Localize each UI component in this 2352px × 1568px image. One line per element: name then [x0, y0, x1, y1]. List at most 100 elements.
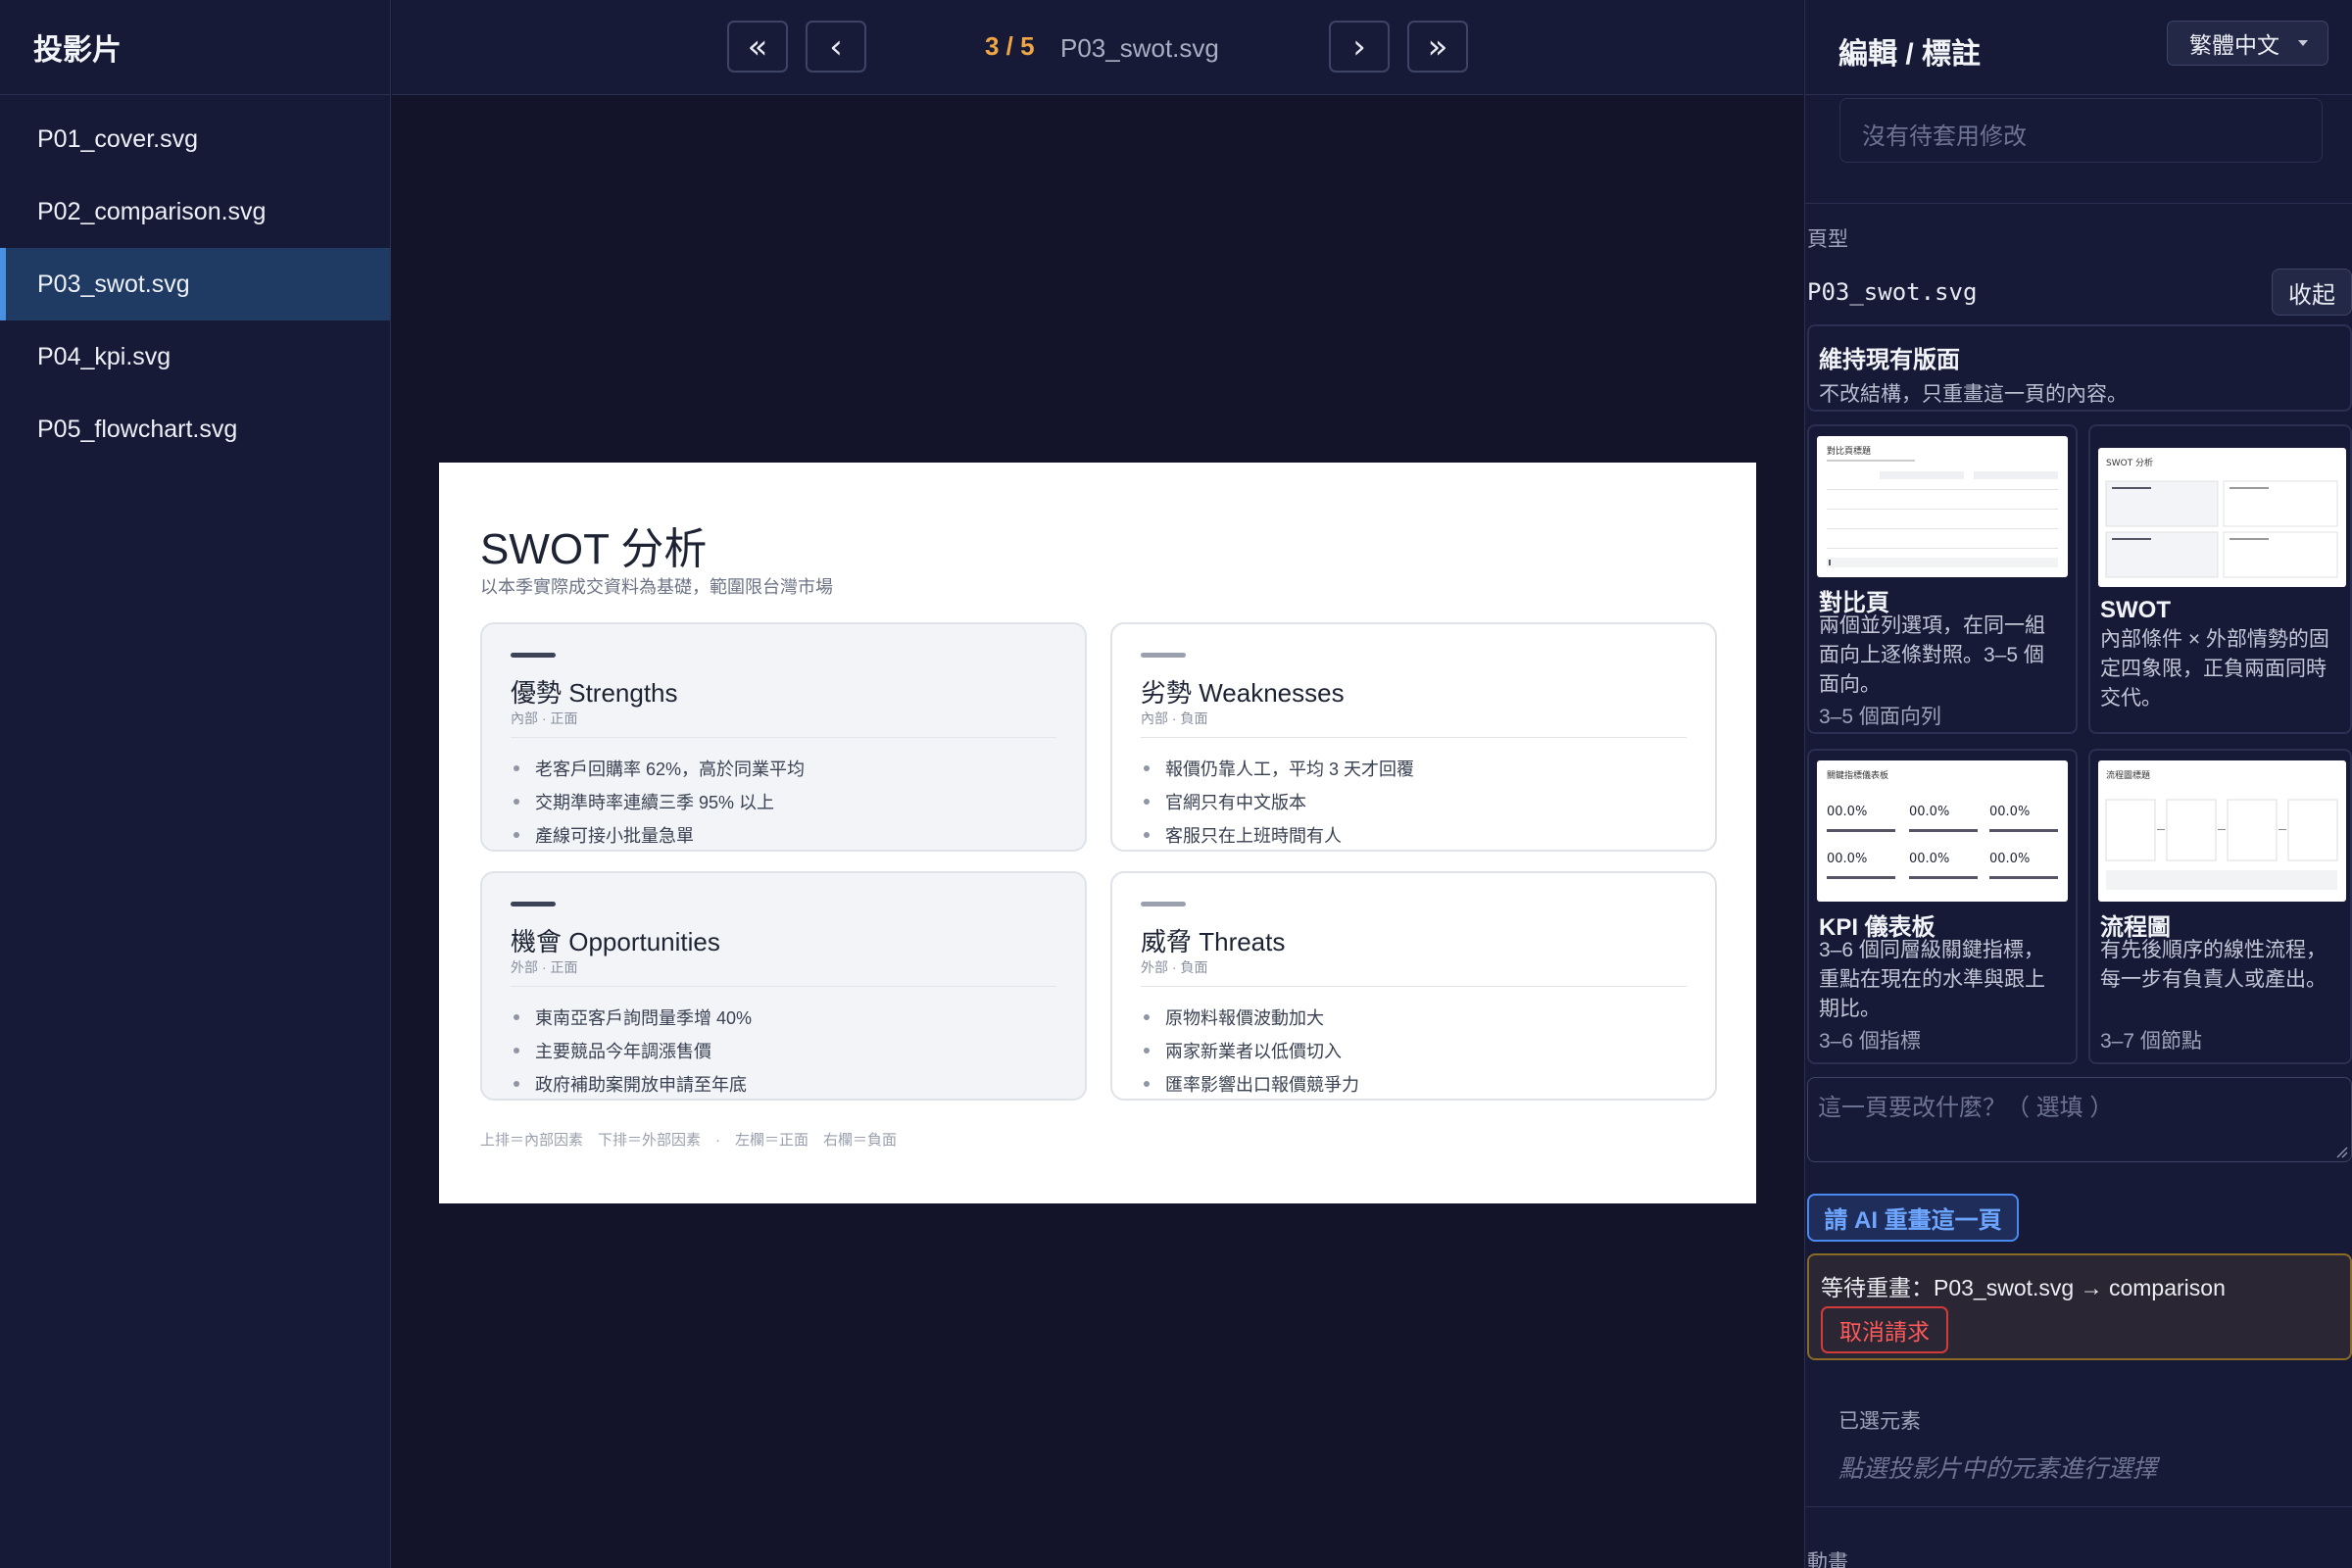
thumb-row	[1827, 509, 2058, 510]
thumb-kpi-value: 00.0%	[1827, 852, 1867, 866]
layout-current-file: P03_swot.svg	[1807, 278, 1978, 306]
pending-changes-field[interactable]: 沒有待套用修改	[1839, 98, 2323, 163]
kpi-thumbnail-graphic: 關鍵指標儀表板 00.0% 00.0% 00.0% 00.0% 00.0% 00…	[1827, 769, 2058, 879]
selected-elements-hint: 點選投影片中的元素進行選擇	[1838, 1455, 2158, 1483]
thumb-kpi-value: 00.0%	[1909, 852, 1949, 866]
template-desc: 3–6 個同層級關鍵指標，重點在現在的水準與跟上期比。	[1819, 939, 2045, 1020]
template-card-kpi[interactable]: 關鍵指標儀表板 00.0% 00.0% 00.0% 00.0% 00.0% 00…	[1807, 749, 2078, 1064]
template-title: SWOT	[2100, 597, 2171, 623]
current-slide-filename: P03_swot.svg	[1060, 33, 1219, 63]
comparison-thumbnail-graphic: 對比頁標題	[1827, 445, 2058, 567]
thumb-title: 關鍵指標儀表板	[1827, 769, 1888, 781]
thumb-footer	[2106, 870, 2337, 890]
slides-sidebar: 投影片 P01_cover.svg P02_comparison.svg P03…	[0, 0, 391, 1568]
next-slide-button[interactable]: ›	[1329, 21, 1390, 73]
swot-quadrant-weaknesses[interactable]: 劣勢 Weaknesses 內部 · 負面 報價仍靠人工，平均 3 天才回覆 官…	[1110, 622, 1717, 852]
quadrant-accent-bar	[511, 902, 556, 906]
panel-header: 編輯 / 標註 繁體中文	[1805, 0, 2352, 95]
swot-quadrant-strengths[interactable]: 優勢 Strengths 內部 · 正面 老客戶回購率 62%，高於同業平均 交…	[480, 622, 1087, 852]
ai-redraw-button[interactable]: 請 AI 重畫這一頁	[1807, 1194, 2019, 1242]
quadrant-accent-bar	[511, 653, 556, 658]
quadrant-accent-bar	[1141, 902, 1186, 906]
instruction-textarea[interactable]: 這一頁要改什麼？（ 選填 ）	[1807, 1077, 2352, 1162]
template-desc: 內部條件 × 外部情勢的固定四象限，正負兩面同時交代。	[2100, 628, 2329, 710]
list-item: 報價仍靠人工，平均 3 天才回覆	[1141, 752, 1414, 785]
section-divider	[1805, 203, 2352, 204]
list-item: 原物料報價波動加大	[1141, 1001, 1359, 1034]
resize-grip-icon[interactable]	[2334, 1145, 2348, 1158]
animation-section-label: 動畫	[1807, 1551, 1848, 1568]
slide-item-p04[interactable]: P04_kpi.svg	[0, 320, 390, 393]
slide-title[interactable]: SWOT 分析	[480, 514, 707, 576]
slide-item-p02[interactable]: P02_comparison.svg	[0, 175, 390, 248]
instruction-placeholder: 這一頁要改什麼？（ 選填 ）	[1818, 1095, 2114, 1121]
cancel-request-button[interactable]: 取消請求	[1821, 1306, 1948, 1353]
keep-layout-desc: 不改結構，只重畫這一頁的內容。	[1819, 383, 2128, 406]
kpi-thumbnail: 關鍵指標儀表板 00.0% 00.0% 00.0% 00.0% 00.0% 00…	[1817, 760, 2068, 902]
quadrant-heading: 優勢 Strengths	[511, 678, 678, 708]
template-desc: 兩個並列選項，在同一組面向上逐條對照。3–5 個面向。	[1819, 614, 2045, 696]
thumb-line	[2112, 487, 2151, 489]
selected-elements-label: 已選元素	[1838, 1410, 1921, 1433]
quadrant-divider	[1141, 737, 1687, 738]
quadrant-divider	[511, 986, 1056, 987]
comparison-thumbnail: 對比頁標題	[1817, 436, 2068, 577]
list-item: 老客戶回購率 62%，高於同業平均	[511, 752, 805, 785]
thumb-line	[2112, 538, 2151, 540]
thumb-row	[1827, 489, 2058, 490]
thumb-arrow	[2278, 829, 2286, 830]
slide-footer-note[interactable]: 上排＝內部因素 下排＝外部因素 · 左欄＝正面 右欄＝負面	[480, 1129, 897, 1150]
quadrant-tag: 外部 · 負面	[1141, 959, 1208, 975]
quadrant-tag: 內部 · 負面	[1141, 710, 1208, 726]
swot-quadrant-opportunities[interactable]: 機會 Opportunities 外部 · 正面 東南亞客戶詢問量季增 40% …	[480, 871, 1087, 1101]
thumb-bar	[1989, 876, 2058, 879]
edit-annotate-panel: 編輯 / 標註 繁體中文 沒有待套用修改 頁型 P03_swot.svg 收起 …	[1804, 0, 2352, 1568]
slide-canvas-area: SWOT 分析 以本季實際成交資料為基礎，範圍限台灣市場 優勢 Strength…	[392, 96, 1803, 1568]
thumb-node	[2227, 799, 2278, 861]
quadrant-accent-bar	[1141, 653, 1186, 658]
prev-slide-button[interactable]: ‹	[806, 21, 866, 73]
slide-item-p01[interactable]: P01_cover.svg	[0, 103, 390, 175]
thumb-arrow	[2157, 829, 2165, 830]
thumb-arrow	[2218, 829, 2226, 830]
section-divider	[1805, 1506, 2352, 1507]
quadrant-heading: 劣勢 Weaknesses	[1141, 678, 1345, 708]
list-item: 政府補助案開放申請至年底	[511, 1067, 752, 1101]
keep-layout-option[interactable]: 維持現有版面 不改結構，只重畫這一頁的內容。	[1807, 324, 2352, 412]
template-card-swot[interactable]: SWOT 分析 SWOT 內部條件 × 外部情勢的固定四象限，正負兩面同時交代。	[2088, 424, 2352, 734]
thumb-kpi-value: 00.0%	[1827, 805, 1867, 819]
thumb-bar	[1909, 829, 1978, 832]
first-slide-button[interactable]: «	[727, 21, 788, 73]
thumb-kpi-value: 00.0%	[1909, 805, 1949, 819]
last-slide-button[interactable]: »	[1407, 21, 1468, 73]
keep-layout-title: 維持現有版面	[1819, 347, 1960, 373]
swot-quadrant-threats[interactable]: 威脅 Threats 外部 · 負面 原物料報價波動加大 兩家新業者以低價切入 …	[1110, 871, 1717, 1101]
quadrant-list: 報價仍靠人工，平均 3 天才回覆 官網只有中文版本 客服只在上班時間有人	[1141, 752, 1414, 852]
thumb-line	[2230, 538, 2269, 540]
quadrant-tag: 外部 · 正面	[511, 959, 578, 975]
slide-subtitle[interactable]: 以本季實際成交資料為基礎，範圍限台灣市場	[480, 573, 833, 599]
language-select[interactable]: 繁體中文	[2167, 21, 2328, 66]
thumb-header-cell	[1880, 471, 1964, 479]
list-item: 官網只有中文版本	[1141, 785, 1414, 818]
template-meta: 3–6 個指標	[1819, 1030, 1921, 1053]
template-card-comparison[interactable]: 對比頁標題 對比頁 兩個並列選項，在同一組面向上逐條對照。3–5 個面向。 3–…	[1807, 424, 2078, 734]
quadrant-list: 東南亞客戶詢問量季增 40% 主要競品今年調漲售價 政府補助案開放申請至年底	[511, 1001, 752, 1101]
thumb-title: 流程圖標題	[2106, 769, 2150, 781]
thumb-row	[1827, 548, 2058, 549]
flowchart-thumbnail-graphic: 流程圖標題	[2105, 769, 2338, 890]
flowchart-thumbnail: 流程圖標題	[2098, 760, 2346, 902]
thumb-bar	[1909, 876, 1978, 879]
collapse-button[interactable]: 收起	[2272, 269, 2352, 316]
list-item: 交期準時率連續三季 95% 以上	[511, 785, 805, 818]
slide-item-p05[interactable]: P05_flowchart.svg	[0, 393, 390, 466]
list-item: 產線可接小批量急單	[511, 818, 805, 852]
slide-preview[interactable]: SWOT 分析 以本季實際成交資料為基礎，範圍限台灣市場 優勢 Strength…	[439, 463, 1756, 1203]
list-item: 東南亞客戶詢問量季增 40%	[511, 1001, 752, 1034]
quadrant-list: 老客戶回購率 62%，高於同業平均 交期準時率連續三季 95% 以上 產線可接小…	[511, 752, 805, 852]
template-card-flowchart[interactable]: 流程圖標題 流程圖 有先後順序的線性流程，每一步有負責人或產出。 3–7 個節點	[2088, 749, 2352, 1064]
thumb-node	[2105, 799, 2156, 861]
thumb-bar	[1827, 876, 1895, 879]
thumb-footer	[1827, 558, 2058, 567]
slide-item-p03[interactable]: P03_swot.svg	[0, 248, 390, 320]
